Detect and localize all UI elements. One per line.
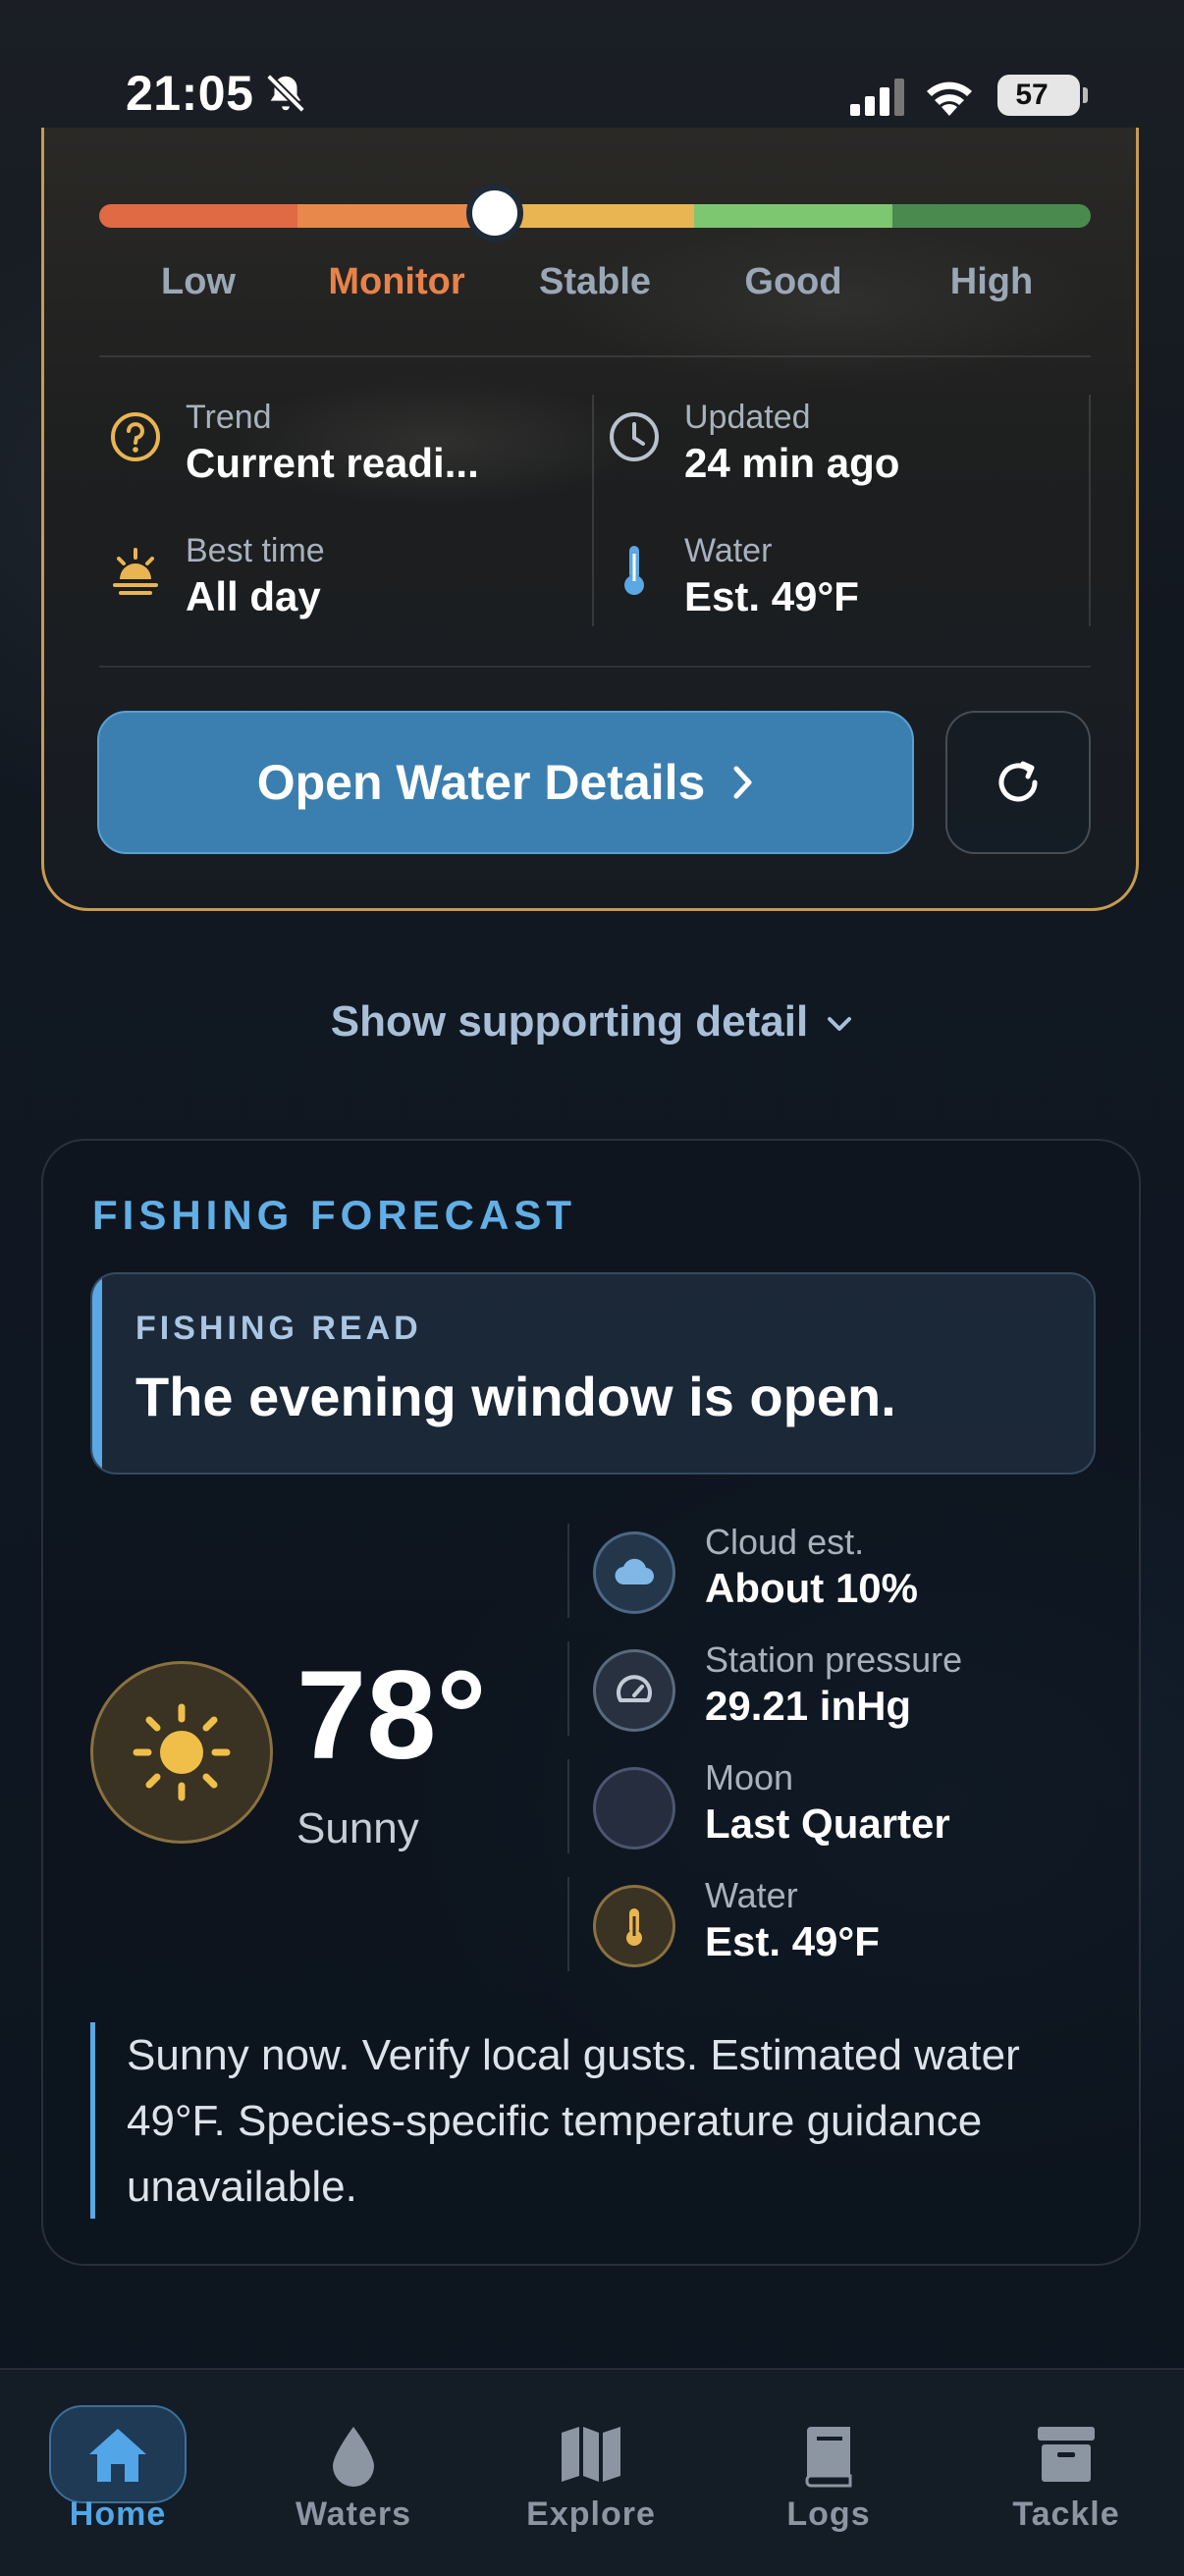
status-time: 21:05 xyxy=(126,66,254,121)
clock-icon xyxy=(610,412,659,461)
best-time-value: All day xyxy=(186,573,321,619)
best-time-label: Best time xyxy=(186,532,325,569)
forecast-summary: Sunny now. Verify local gusts. Estimated… xyxy=(90,2022,1072,2219)
scale-label-stable: Stable xyxy=(538,261,652,302)
open-water-details-label: Open Water Details xyxy=(256,755,706,810)
tackle-box-icon xyxy=(1038,2427,1095,2482)
thermometer-icon xyxy=(624,546,644,595)
condition-scale-bar xyxy=(99,204,1091,228)
tab-home[interactable]: Home xyxy=(0,2370,236,2547)
stat-water: Water Est. 49°F xyxy=(593,1871,1103,1979)
refresh-button[interactable] xyxy=(945,711,1091,854)
stat-cloud: Cloud est. About 10% xyxy=(593,1518,1103,1626)
cellular-signal-icon xyxy=(850,79,904,116)
map-icon xyxy=(562,2427,620,2482)
divider xyxy=(99,355,1091,357)
divider xyxy=(1089,395,1091,626)
tab-tackle[interactable]: Tackle xyxy=(948,2370,1184,2547)
show-supporting-detail-toggle[interactable]: Show supporting detail xyxy=(0,997,1184,1046)
fishing-forecast-card: FISHING FORECAST FISHING READ The evenin… xyxy=(41,1139,1141,2266)
water-drop-icon xyxy=(333,2427,374,2487)
scale-segment-good xyxy=(694,204,892,228)
updated-value: 24 min ago xyxy=(684,440,900,486)
tab-explore[interactable]: Explore xyxy=(473,2370,709,2547)
chevron-down-icon xyxy=(828,1017,852,1032)
moon-icon xyxy=(624,1793,640,1824)
book-icon xyxy=(805,2427,852,2488)
wifi-icon xyxy=(927,81,972,116)
show-detail-label: Show supporting detail xyxy=(330,997,809,1046)
scale-segment-low xyxy=(99,204,297,228)
divider xyxy=(567,1877,569,1971)
fishing-read-box: FISHING READ The evening window is open. xyxy=(90,1272,1096,1475)
scale-label-low: Low xyxy=(161,261,236,302)
trend-label: Trend xyxy=(186,399,272,436)
question-circle-icon xyxy=(111,412,160,461)
stat-moon: Moon Last Quarter xyxy=(593,1753,1103,1861)
stat-pressure: Station pressure 29.21 inHg xyxy=(593,1636,1103,1744)
scale-indicator-knob xyxy=(466,185,523,242)
current-condition: Sunny xyxy=(296,1804,419,1852)
home-icon xyxy=(89,2429,146,2482)
water-label: Water xyxy=(684,532,773,569)
refresh-icon xyxy=(998,761,1038,802)
fishing-read-label: FISHING READ xyxy=(135,1310,422,1347)
cloud-icon xyxy=(615,1558,655,1585)
trend-value: Current readi... xyxy=(186,440,479,486)
gauge-icon xyxy=(617,1675,652,1702)
current-temperature: 78° xyxy=(296,1645,487,1786)
tab-waters[interactable]: Waters xyxy=(236,2370,471,2547)
scale-label-high: High xyxy=(949,261,1034,302)
scale-labels: Low Monitor Stable Good High xyxy=(99,261,1091,303)
divider xyxy=(592,395,594,626)
divider xyxy=(567,1641,569,1736)
sun-icon xyxy=(133,1703,231,1801)
chevron-right-icon xyxy=(733,766,752,799)
battery-indicator: 57 xyxy=(997,75,1088,116)
forecast-title: FISHING FORECAST xyxy=(92,1192,577,1238)
scale-segment-high xyxy=(892,204,1091,228)
scale-label-good: Good xyxy=(744,261,842,302)
scale-label-monitor: Monitor xyxy=(328,261,465,302)
tab-logs[interactable]: Logs xyxy=(711,2370,946,2547)
divider xyxy=(567,1524,569,1618)
sunrise-icon xyxy=(113,548,158,595)
bottom-tab-bar: Home Waters Explore Logs Tackle xyxy=(0,2368,1184,2576)
thermometer-icon xyxy=(626,1908,642,1946)
water-status-card: Low Monitor Stable Good High Trend Curre… xyxy=(41,128,1139,911)
divider xyxy=(99,666,1091,668)
open-water-details-button[interactable]: Open Water Details xyxy=(97,711,914,854)
scale-segment-stable xyxy=(496,204,694,228)
updated-label: Updated xyxy=(684,399,811,436)
weather-icon-badge xyxy=(90,1661,273,1844)
fishing-read-text: The evening window is open. xyxy=(135,1366,896,1427)
water-value: Est. 49°F xyxy=(684,573,859,619)
bell-muted-icon xyxy=(266,74,305,113)
divider xyxy=(567,1759,569,1853)
